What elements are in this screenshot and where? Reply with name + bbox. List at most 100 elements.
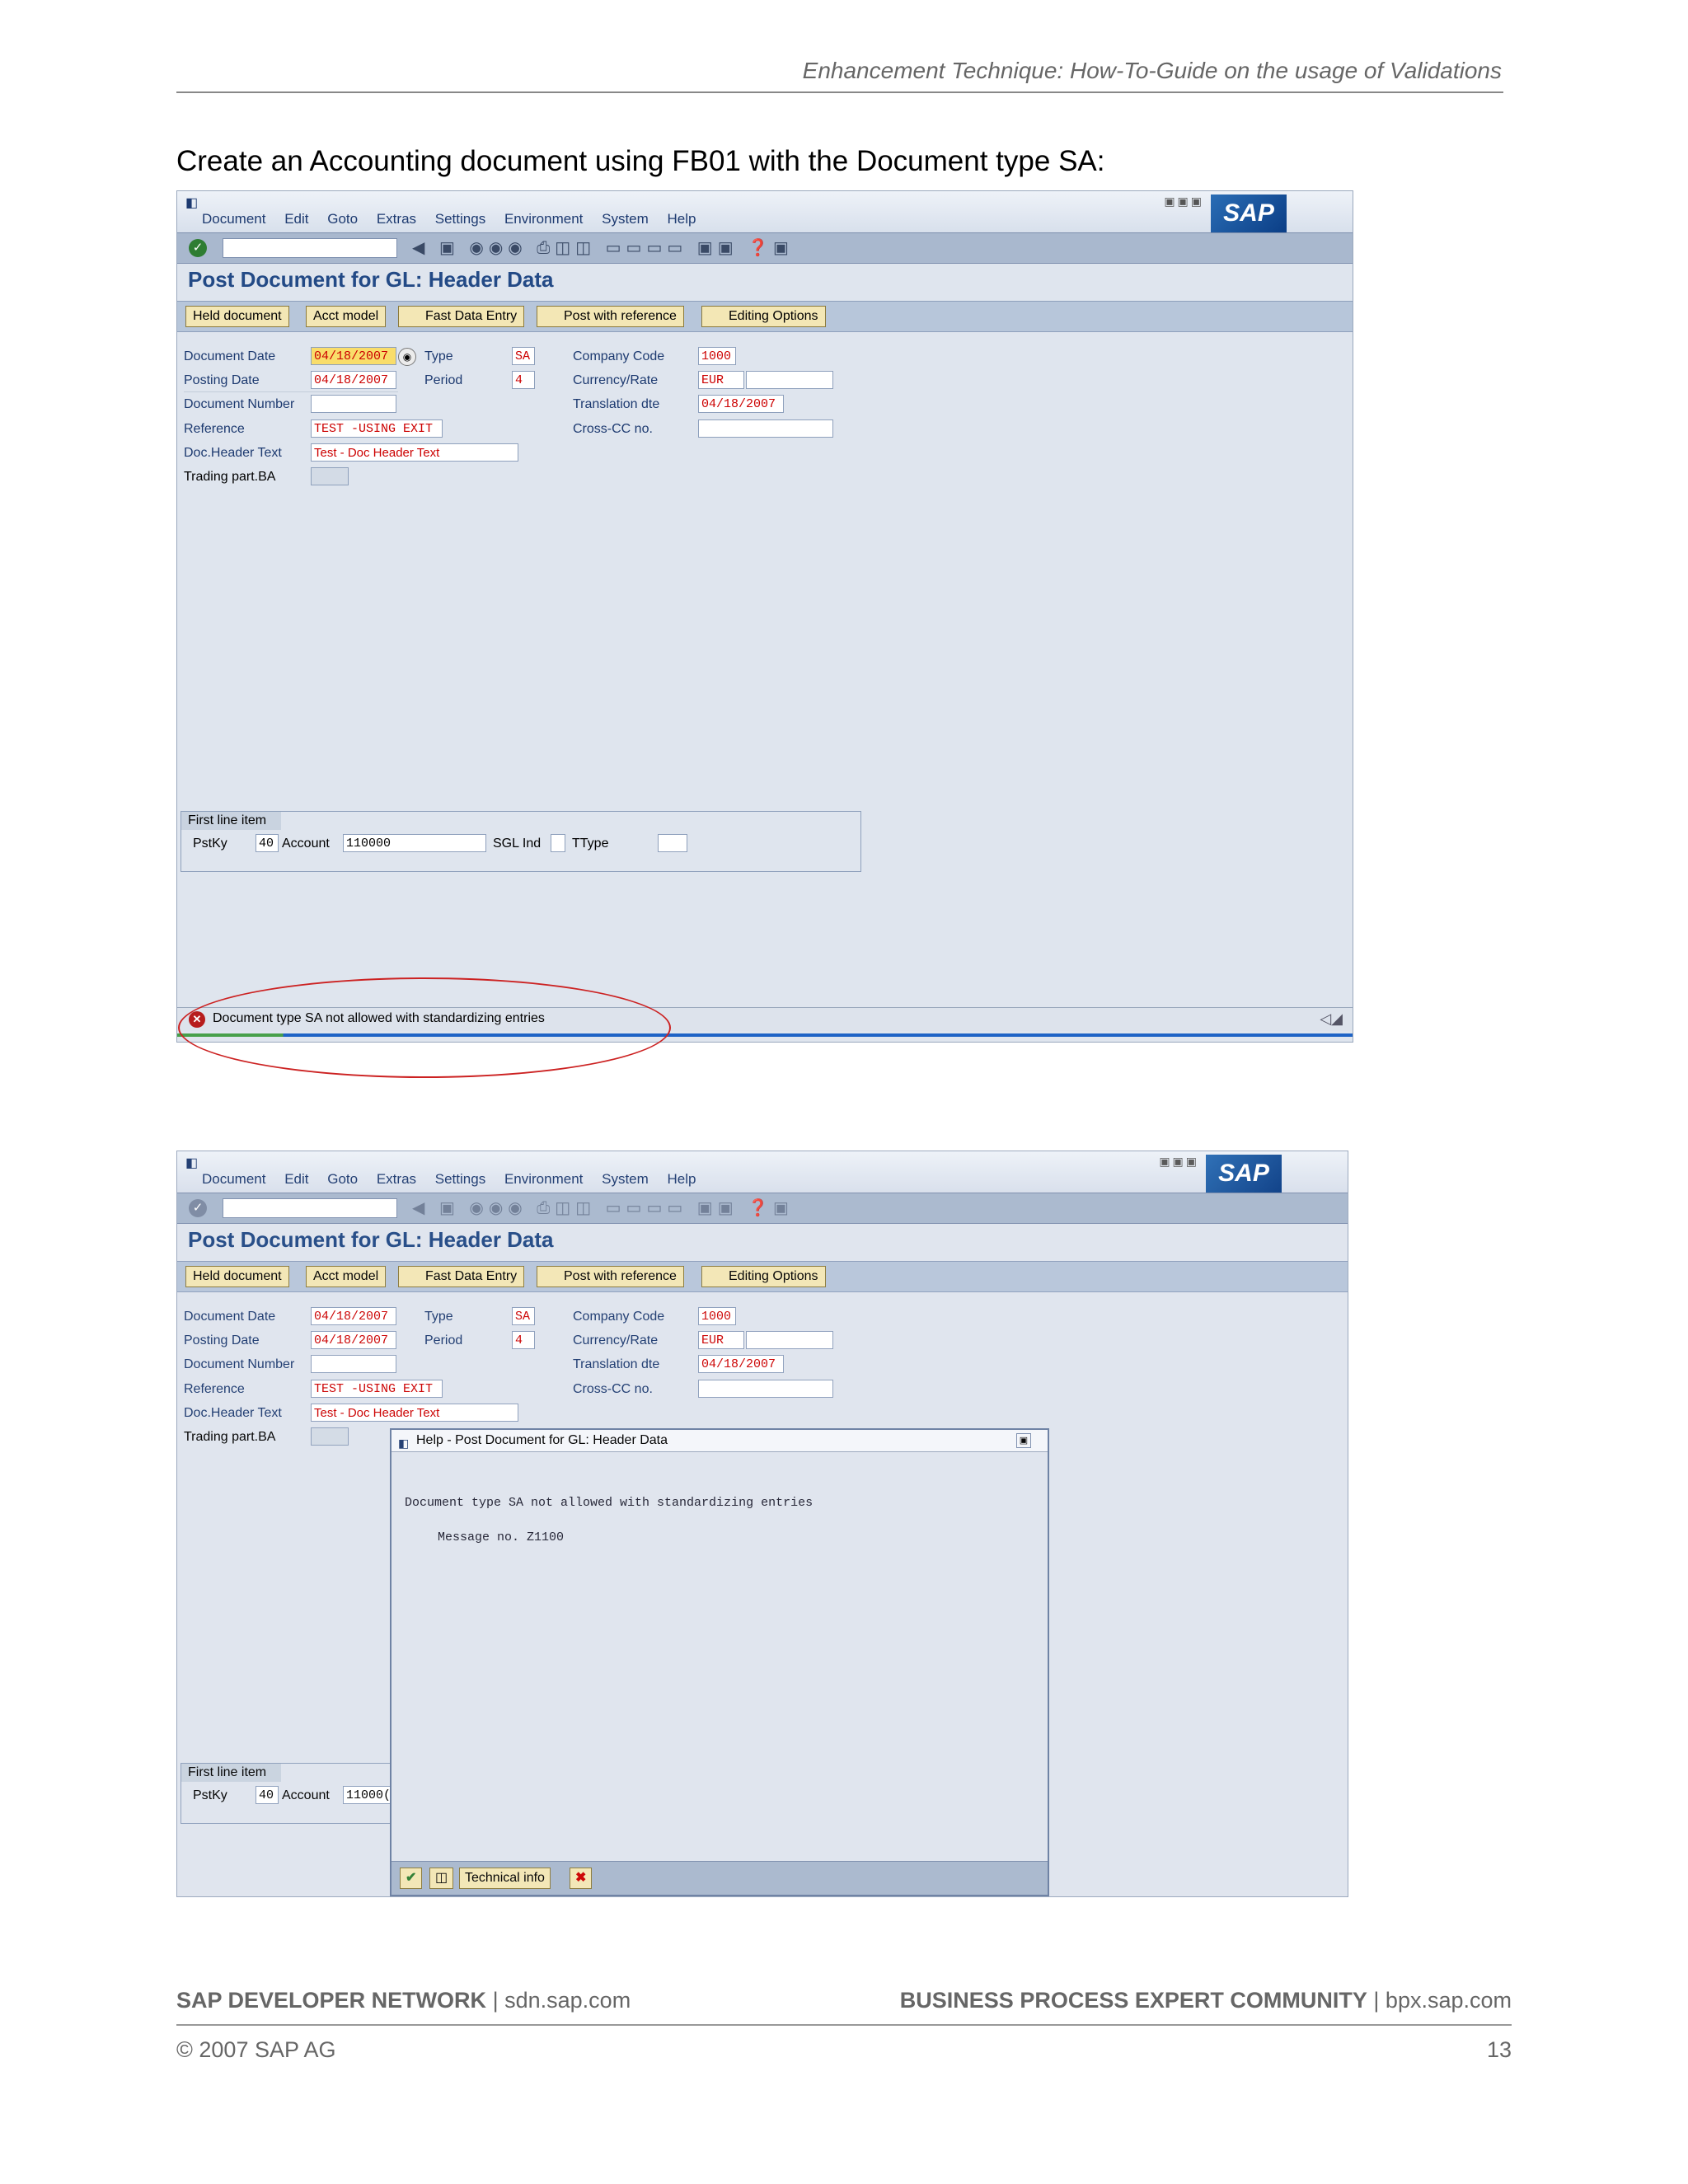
menu-settings[interactable]: Settings <box>435 211 485 227</box>
window-controls-icon[interactable]: ▣▣▣ <box>1159 1155 1199 1169</box>
acct-model-button[interactable]: Acct model <box>306 306 387 327</box>
trading-part-ba-field[interactable] <box>311 467 349 485</box>
application-toolbar: Held document Acct model Fast Data Entry… <box>177 301 1353 332</box>
currency-field[interactable]: EUR <box>698 371 744 389</box>
document-number-field[interactable] <box>311 1355 396 1373</box>
acct-model-button[interactable]: Acct model <box>306 1266 387 1287</box>
pstky-field[interactable]: 40 <box>256 834 279 852</box>
menu-environment[interactable]: Environment <box>504 211 583 227</box>
company-code-field[interactable]: 1000 <box>698 347 736 365</box>
trading-part-ba-field[interactable] <box>311 1427 349 1446</box>
translation-dte-field[interactable]: 04/18/2007 <box>698 395 784 413</box>
fast-data-entry-label: Fast Data Entry <box>425 1269 518 1283</box>
account-label: Account <box>282 837 330 851</box>
editing-options-button[interactable]: Editing Options <box>701 306 826 327</box>
toolbar-icons[interactable]: ◀ ▣ ◉◉◉ ⎙◫◫ ▭▭▭▭ ▣▣ ❓▣ <box>412 1197 794 1218</box>
type-label: Type <box>424 349 453 363</box>
menu-extras[interactable]: Extras <box>377 211 416 227</box>
translation-dte-field[interactable]: 04/18/2007 <box>698 1355 784 1373</box>
type-field[interactable]: SA <box>512 347 535 365</box>
period-field[interactable]: 4 <box>512 371 535 389</box>
resize-grip-icon[interactable]: ◁◢ <box>1320 1010 1343 1028</box>
menu-environment[interactable]: Environment <box>504 1171 583 1187</box>
ttype-field[interactable] <box>658 834 687 852</box>
reference-label: Reference <box>184 422 245 436</box>
rate-field[interactable] <box>746 371 833 389</box>
fast-data-entry-button[interactable]: Fast Data Entry <box>398 1266 525 1287</box>
command-field[interactable] <box>223 238 397 258</box>
sap-standard-toolbar: ✓ ◀ ▣ ◉◉◉ ⎙◫◫ ▭▭▭▭ ▣▣ ❓▣ <box>177 1193 1348 1224</box>
ttype-label: TType <box>572 837 609 851</box>
document-date-field[interactable]: 04/18/2007 <box>311 347 396 365</box>
trading-part-ba-label: Trading part.BA <box>184 470 276 484</box>
menu-edit[interactable]: Edit <box>284 1171 308 1187</box>
window-menu-icon[interactable]: ◧ <box>185 1155 198 1171</box>
highlight-ellipse <box>178 977 671 1078</box>
account-field[interactable]: 11000( <box>343 1786 392 1804</box>
footer-bpx-name: BUSINESS PROCESS EXPERT COMMUNITY <box>899 1988 1367 2013</box>
pstky-label: PstKy <box>193 1788 227 1802</box>
menu-settings[interactable]: Settings <box>435 1171 485 1187</box>
window-menu-icon[interactable]: ◧ <box>185 194 198 211</box>
held-document-button[interactable]: Held document <box>185 1266 289 1287</box>
company-code-field[interactable]: 1000 <box>698 1307 736 1325</box>
currency-field[interactable]: EUR <box>698 1331 744 1349</box>
document-date-field[interactable]: 04/18/2007 <box>311 1307 396 1325</box>
post-with-reference-button[interactable]: Post with reference <box>537 306 684 327</box>
cross-cc-no-field[interactable] <box>698 419 833 438</box>
command-field[interactable] <box>223 1198 397 1218</box>
menu-document[interactable]: Document <box>202 211 265 227</box>
type-field[interactable]: SA <box>512 1307 535 1325</box>
reference-field[interactable]: TEST -USING EXIT <box>311 419 443 438</box>
posting-date-field[interactable]: 04/18/2007 <box>311 1331 396 1349</box>
editing-options-button[interactable]: Editing Options <box>701 1266 826 1287</box>
menu-goto[interactable]: Goto <box>327 211 358 227</box>
posting-date-field[interactable]: 04/18/2007 <box>311 371 396 389</box>
technical-info-button[interactable]: Technical info <box>459 1868 551 1889</box>
menu-system[interactable]: System <box>602 1171 649 1187</box>
continue-check-button[interactable]: ✔ <box>400 1868 423 1889</box>
currency-rate-label: Currency/Rate <box>573 373 659 387</box>
document-date-label: Document Date <box>184 1310 276 1324</box>
document-header-title: Enhancement Technique: How-To-Guide on t… <box>802 58 1502 83</box>
menu-document[interactable]: Document <box>202 1171 265 1187</box>
toolbar-icons[interactable]: ◀ ▣ ◉◉◉ ⎙◫◫ ▭▭▭▭ ▣▣ ❓▣ <box>412 237 794 258</box>
post-with-reference-button[interactable]: Post with reference <box>537 1266 684 1287</box>
trading-part-ba-label: Trading part.BA <box>184 1430 276 1444</box>
screen-title: Post Document for GL: Header Data <box>188 267 554 292</box>
footer-bpx-url[interactable]: bpx.sap.com <box>1386 1988 1512 2013</box>
sgl-ind-field[interactable] <box>551 834 565 852</box>
sap-logo: SAP <box>1206 1155 1282 1193</box>
reference-field[interactable]: TEST -USING EXIT <box>311 1380 443 1398</box>
menu-system[interactable]: System <box>602 211 649 227</box>
enter-check-icon[interactable]: ✓ <box>189 1199 207 1217</box>
cancel-x-button[interactable]: ✖ <box>570 1868 593 1889</box>
calendar-help-icon[interactable]: ◉ <box>398 348 416 366</box>
sap-screen-1: ◧ Document Edit Goto Extras Settings Env… <box>176 190 1353 1043</box>
doc-header-text-field[interactable]: Test - Doc Header Text <box>311 443 518 462</box>
menu-goto[interactable]: Goto <box>327 1171 358 1187</box>
cross-cc-no-field[interactable] <box>698 1380 833 1398</box>
footer-sdn-url[interactable]: sdn.sap.com <box>504 1988 631 2013</box>
account-field[interactable]: 110000 <box>343 834 486 852</box>
menu-edit[interactable]: Edit <box>284 211 308 227</box>
period-field[interactable]: 4 <box>512 1331 535 1349</box>
held-document-button[interactable]: Held document <box>185 306 289 327</box>
translation-dte-label: Translation dte <box>573 397 660 411</box>
pstky-field[interactable]: 40 <box>256 1786 279 1804</box>
menu-help[interactable]: Help <box>668 211 696 227</box>
find-icon[interactable]: ◫ <box>429 1868 454 1889</box>
menu-help[interactable]: Help <box>668 1171 696 1187</box>
document-number-field[interactable] <box>311 395 396 413</box>
menu-extras[interactable]: Extras <box>377 1171 416 1187</box>
window-controls-icon[interactable]: ▣▣▣ <box>1164 194 1204 209</box>
fast-data-entry-button[interactable]: Fast Data Entry <box>398 306 525 327</box>
doc-header-text-field[interactable]: Test - Doc Header Text <box>311 1404 518 1422</box>
dialog-title-bar: ◧ Help - Post Document for GL: Header Da… <box>392 1430 1048 1452</box>
close-icon[interactable]: ▣ <box>1016 1433 1031 1448</box>
enter-check-icon[interactable]: ✓ <box>189 239 207 257</box>
sap-menu-bar: Document Edit Goto Extras Settings Envir… <box>202 211 711 227</box>
footer-right: BUSINESS PROCESS EXPERT COMMUNITY | bpx.… <box>900 1988 1512 2013</box>
fast-data-entry-label: Fast Data Entry <box>425 309 518 323</box>
rate-field[interactable] <box>746 1331 833 1349</box>
